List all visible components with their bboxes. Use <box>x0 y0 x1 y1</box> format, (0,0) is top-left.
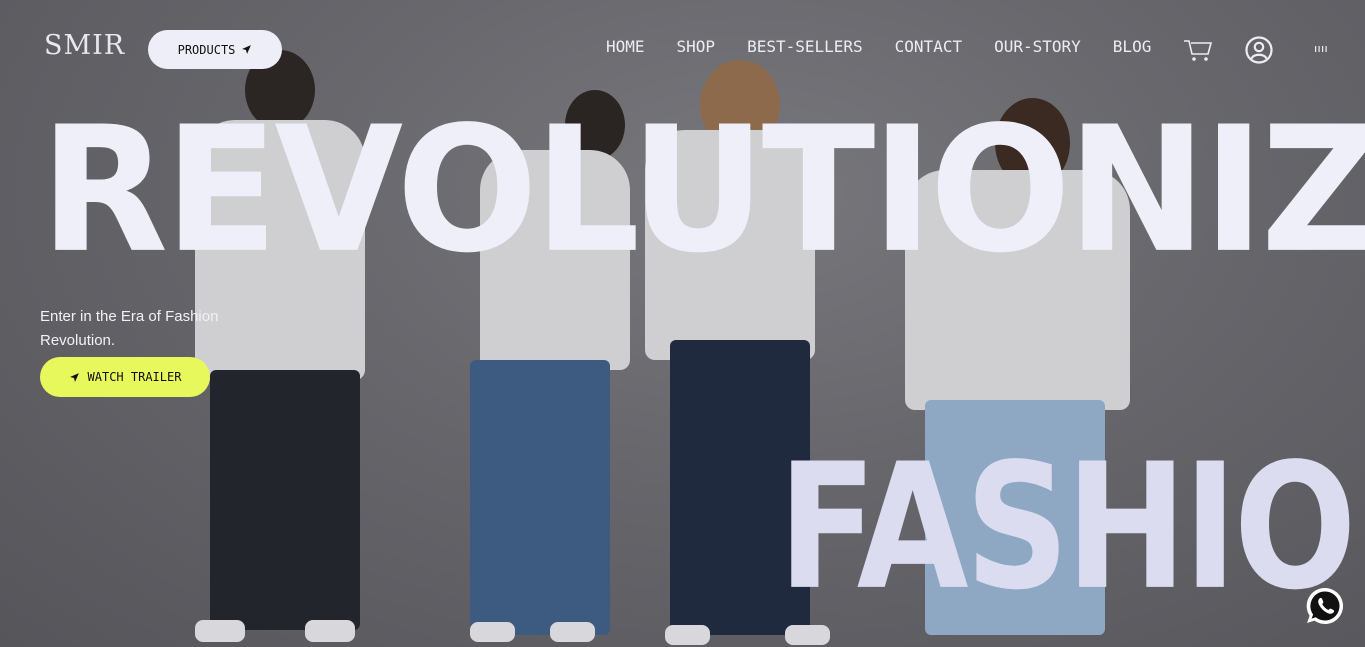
menu-button[interactable] <box>1311 42 1331 56</box>
cart-icon <box>1184 40 1213 61</box>
headline-bottom: FASHION <box>778 426 1365 629</box>
nav-our-story[interactable]: OUR-STORY <box>994 37 1081 56</box>
arrow-icon <box>242 45 252 54</box>
watch-trailer-label: WATCH TRAILER <box>87 370 182 384</box>
nav-blog[interactable]: BLOG <box>1113 37 1152 56</box>
nav-shop[interactable]: SHOP <box>677 37 716 56</box>
menu-icon <box>1315 46 1327 52</box>
products-button[interactable]: PRODUCTS <box>148 30 282 69</box>
whatsapp-button[interactable] <box>1304 585 1346 627</box>
main-nav: HOME SHOP BEST-SELLERS CONTACT OUR-STORY… <box>606 37 1151 56</box>
nav-home[interactable]: HOME <box>606 37 645 56</box>
watch-trailer-button[interactable]: WATCH TRAILER <box>40 357 210 397</box>
nav-best-sellers[interactable]: BEST-SELLERS <box>747 37 863 56</box>
products-button-label: PRODUCTS <box>177 42 236 57</box>
cart-button[interactable] <box>1181 34 1215 64</box>
headline-top: REVOLUTIONIZE <box>40 89 1365 292</box>
account-button[interactable] <box>1243 34 1275 66</box>
hero-subtitle: Enter in the Era of Fashion Revolution. <box>40 308 219 349</box>
whatsapp-icon <box>1306 587 1344 624</box>
brand-logo[interactable]: SMIR <box>44 30 125 61</box>
account-icon <box>1245 36 1273 64</box>
nav-contact[interactable]: CONTACT <box>895 37 962 56</box>
arrow-icon <box>69 372 79 382</box>
hero-section: SMIR PRODUCTS HOME SHOP BEST-SELLERS CON… <box>0 0 1365 647</box>
